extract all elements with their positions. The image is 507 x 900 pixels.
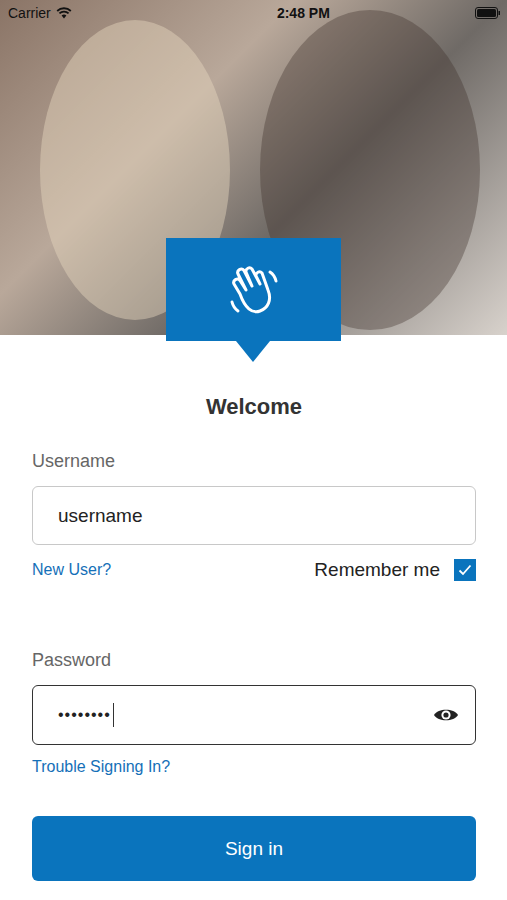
status-bar: Carrier 2:48 PM — [0, 0, 507, 26]
checkmark-icon — [458, 564, 472, 576]
username-field[interactable]: username — [32, 486, 476, 545]
waving-hand-icon — [226, 264, 282, 316]
eye-icon[interactable] — [433, 706, 459, 724]
username-label: Username — [32, 450, 476, 472]
password-field[interactable]: •••••••• — [32, 685, 476, 745]
password-value: •••••••• — [58, 706, 111, 724]
text-caret — [113, 703, 114, 727]
remember-me[interactable]: Remember me — [314, 559, 476, 581]
hero-photo: Carrier 2:48 PM — [0, 0, 507, 335]
welcome-badge — [166, 238, 341, 341]
sign-in-button[interactable]: Sign in — [32, 816, 476, 881]
login-screen: Carrier 2:48 PM Welcome Username username New… — [0, 0, 507, 900]
trouble-signing-in-link[interactable]: Trouble Signing In? — [32, 756, 476, 778]
welcome-title: Welcome — [32, 393, 476, 421]
new-user-link[interactable]: New User? — [32, 561, 111, 579]
status-time: 2:48 PM — [277, 5, 330, 21]
username-options: New User? Remember me — [32, 557, 476, 583]
remember-me-checkbox[interactable] — [454, 559, 476, 581]
password-label: Password — [32, 649, 476, 671]
carrier-label: Carrier — [8, 5, 51, 21]
login-form: Welcome Username username New User? Remember… — [0, 335, 507, 881]
username-value: username — [58, 505, 143, 527]
remember-me-label: Remember me — [314, 559, 440, 581]
battery-icon — [475, 7, 501, 19]
wifi-icon — [56, 7, 72, 19]
